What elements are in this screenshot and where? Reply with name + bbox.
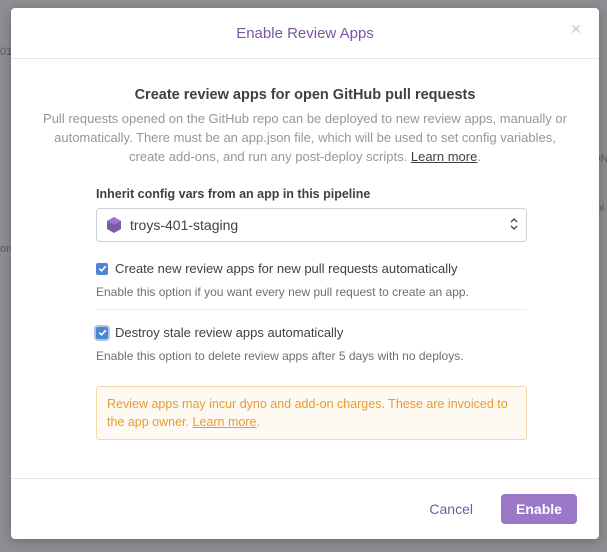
destroy-stale-option: Destroy stale review apps automatically — [96, 325, 527, 340]
checkmark-icon — [98, 265, 106, 273]
auto-create-hint: Enable this option if you want every new… — [96, 285, 469, 299]
destroy-stale-label[interactable]: Destroy stale review apps automatically — [115, 325, 343, 340]
description-text: Pull requests opened on the GitHub repo … — [43, 111, 567, 164]
charges-warning: Review apps may incur dyno and add-on ch… — [96, 386, 527, 440]
description: Pull requests opened on the GitHub repo … — [41, 109, 569, 166]
enable-button[interactable]: Enable — [501, 494, 577, 524]
close-icon[interactable]: × — [567, 20, 585, 38]
pipeline-app-select[interactable]: troys-401-staging — [96, 208, 527, 242]
enable-review-apps-dialog: Enable Review Apps × Create review apps … — [11, 8, 599, 539]
chevron-updown-icon — [510, 218, 518, 230]
auto-create-label[interactable]: Create new review apps for new pull requ… — [115, 261, 458, 276]
warning-learn-more-link[interactable]: Learn more — [193, 415, 257, 429]
inherit-config-label: Inherit config vars from an app in this … — [96, 187, 371, 201]
headline: Create review apps for open GitHub pull … — [134, 87, 476, 103]
selected-app-value: troys-401-staging — [130, 217, 239, 233]
auto-create-checkbox[interactable] — [96, 262, 108, 275]
destroy-stale-checkbox[interactable] — [96, 326, 108, 339]
dialog-body: Create review apps for open GitHub pull … — [11, 87, 599, 440]
cancel-button[interactable]: Cancel — [423, 495, 479, 523]
dialog-title: Enable Review Apps — [236, 24, 374, 42]
app-hexagon-icon — [107, 217, 121, 233]
warning-end: . — [256, 415, 260, 429]
description-end: . — [477, 149, 481, 164]
divider — [96, 309, 527, 310]
auto-create-option: Create new review apps for new pull requ… — [96, 261, 527, 276]
learn-more-link[interactable]: Learn more — [411, 149, 477, 164]
options-section: Inherit config vars from an app in this … — [96, 187, 527, 440]
checkmark-icon — [98, 329, 106, 337]
destroy-stale-hint: Enable this option to delete review apps… — [96, 349, 464, 363]
warning-text: Review apps may incur dyno and add-on ch… — [107, 397, 508, 429]
dialog-footer: Cancel Enable — [11, 478, 599, 539]
dialog-header: Enable Review Apps × — [11, 8, 599, 59]
